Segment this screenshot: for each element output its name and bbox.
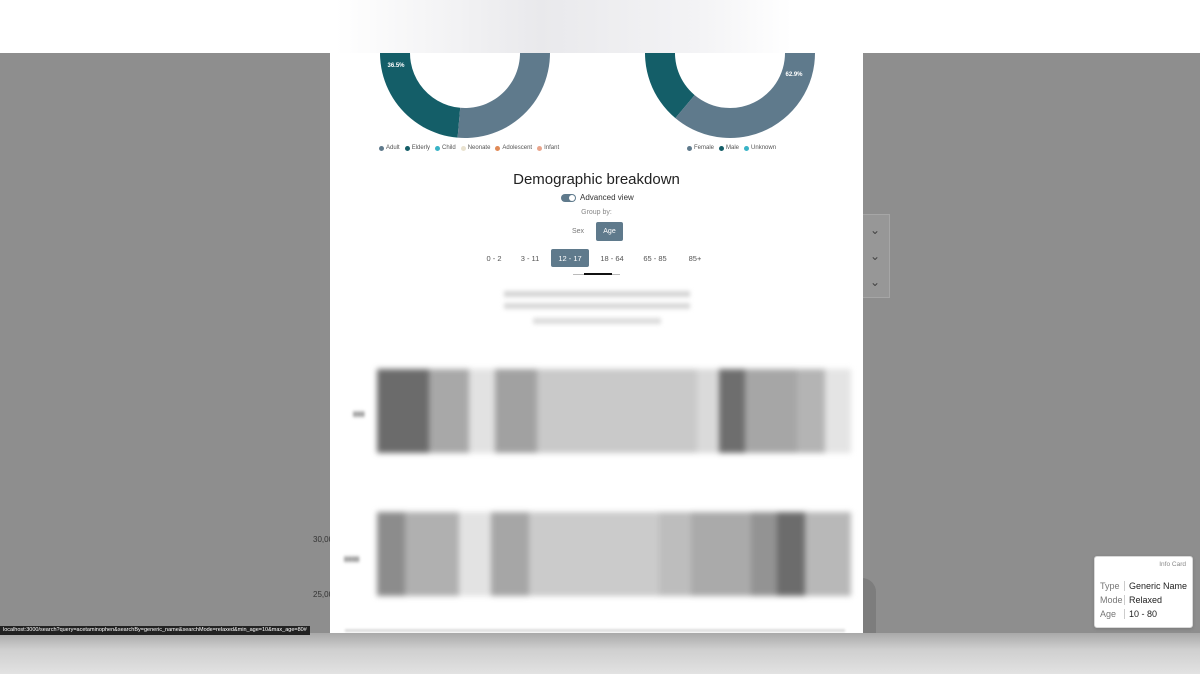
info-value: Relaxed xyxy=(1129,595,1163,605)
background-chart-edge xyxy=(862,578,876,633)
browser-bottom-strip xyxy=(0,633,1200,674)
donut-right-percent-label: 62.9% xyxy=(785,72,803,78)
info-row-type: Type Generic Name xyxy=(1100,581,1187,591)
legend-swatch xyxy=(379,145,384,151)
info-card-title: Info Card xyxy=(1159,561,1186,568)
legend-swatch xyxy=(460,145,466,151)
tab-active-indicator xyxy=(584,273,612,275)
donut-left-legend: Adult Elderly Child Neonate Adolescent Infant xyxy=(379,145,559,151)
group-by-sex-button[interactable]: Sex xyxy=(564,222,592,241)
donut-right-slice-female xyxy=(675,53,816,139)
age-range-tabs: 0 - 2 3 - 11 12 - 17 18 - 64 65 - 85 85+ xyxy=(330,249,863,267)
age-tab-85-plus[interactable]: 85+ xyxy=(682,249,708,267)
legend-swatch xyxy=(404,145,410,151)
blurred-row-label: ▮▮▮ xyxy=(353,411,365,418)
age-tab-3-11[interactable]: 3 - 11 xyxy=(516,249,544,267)
blurred-description-line xyxy=(330,303,863,311)
legend-label: Child xyxy=(442,145,456,151)
info-row-mode: Mode Relaxed xyxy=(1100,595,1162,605)
donut-left-legend-item[interactable]: Infant xyxy=(537,145,559,151)
info-value: 10 - 80 xyxy=(1129,609,1158,619)
toggle-knob xyxy=(569,194,575,201)
legend-swatch xyxy=(537,145,543,151)
legend-swatch xyxy=(719,145,725,151)
breakdown-title: Demographic breakdown xyxy=(513,171,680,188)
browser-top-strip xyxy=(0,0,1200,53)
demographics-panel: 36.5% 62.9% Adult Elderly Child Neonate Adol… xyxy=(330,53,863,633)
background-accordion: ⌄ ⌄ ⌄ xyxy=(862,214,890,298)
blurred-stacked-bar xyxy=(377,369,851,453)
legend-label: Female xyxy=(694,145,715,151)
chevron-down-icon[interactable]: ⌄ xyxy=(870,224,880,236)
legend-label: Infant xyxy=(544,145,560,151)
info-key: Age xyxy=(1100,609,1117,619)
donut-right-legend: Female Male Unknown xyxy=(687,145,776,151)
age-tab-12-17[interactable]: 12 - 17 xyxy=(551,249,589,267)
blurred-stacked-bar xyxy=(377,512,851,596)
legend-label: Unknown xyxy=(751,145,777,151)
blurred-description-line xyxy=(330,318,863,326)
donut-left-legend-item[interactable]: Child xyxy=(435,145,456,151)
status-bar-url: localhost:3000/search?query=acetaminophe… xyxy=(0,626,310,635)
donut-right-legend-item[interactable]: Unknown xyxy=(744,145,776,151)
donut-left-legend-item[interactable]: Adolescent xyxy=(495,145,532,151)
legend-swatch xyxy=(744,145,750,151)
info-divider xyxy=(1124,595,1125,605)
chevron-down-icon[interactable]: ⌄ xyxy=(870,276,880,288)
advanced-view-toggle-row[interactable]: Advanced view xyxy=(561,193,634,202)
donut-left-legend-item[interactable]: Neonate xyxy=(460,145,491,151)
legend-swatch xyxy=(687,145,692,151)
legend-label: Adult xyxy=(386,145,400,151)
info-value: Generic Name xyxy=(1129,581,1188,591)
chevron-down-icon[interactable]: ⌄ xyxy=(870,250,880,262)
legend-label: Adolescent xyxy=(502,145,533,151)
info-card: Info Card Type Generic Name Mode Relaxed… xyxy=(1094,556,1193,628)
info-key: Type xyxy=(1100,581,1120,591)
group-by-label: Group by: xyxy=(581,209,612,216)
blurred-row-label: ▮▮▮▮ xyxy=(344,556,360,563)
legend-label: Elderly xyxy=(411,145,431,151)
blurred-footer-text xyxy=(345,629,845,632)
legend-label: Male xyxy=(726,145,740,151)
advanced-view-label: Advanced view xyxy=(580,193,634,202)
blurred-description-line xyxy=(330,291,863,299)
legend-swatch xyxy=(495,145,501,151)
advanced-view-toggle[interactable] xyxy=(561,193,576,202)
donut-left-legend-item[interactable]: Adult xyxy=(379,145,400,151)
age-tab-0-2[interactable]: 0 - 2 xyxy=(480,249,508,267)
info-divider xyxy=(1124,609,1125,619)
info-divider xyxy=(1124,581,1125,591)
donut-left-slice-adult xyxy=(457,53,551,139)
group-by-age-button[interactable]: Age xyxy=(596,222,623,241)
donut-left-percent-label: 36.5% xyxy=(387,63,405,69)
info-key: Mode xyxy=(1100,595,1123,605)
age-tab-18-64[interactable]: 18 - 64 xyxy=(596,249,628,267)
donut-left-legend-item[interactable]: Elderly xyxy=(404,145,431,151)
legend-swatch xyxy=(435,145,441,151)
info-row-age: Age 10 - 80 xyxy=(1100,609,1157,619)
donut-right-legend-item[interactable]: Male xyxy=(719,145,739,151)
legend-label: Neonate xyxy=(467,145,491,151)
donut-right-legend-item[interactable]: Female xyxy=(687,145,714,151)
age-tab-65-85[interactable]: 65 - 85 xyxy=(638,249,672,267)
donut-charts: 36.5% 62.9% xyxy=(379,53,816,139)
